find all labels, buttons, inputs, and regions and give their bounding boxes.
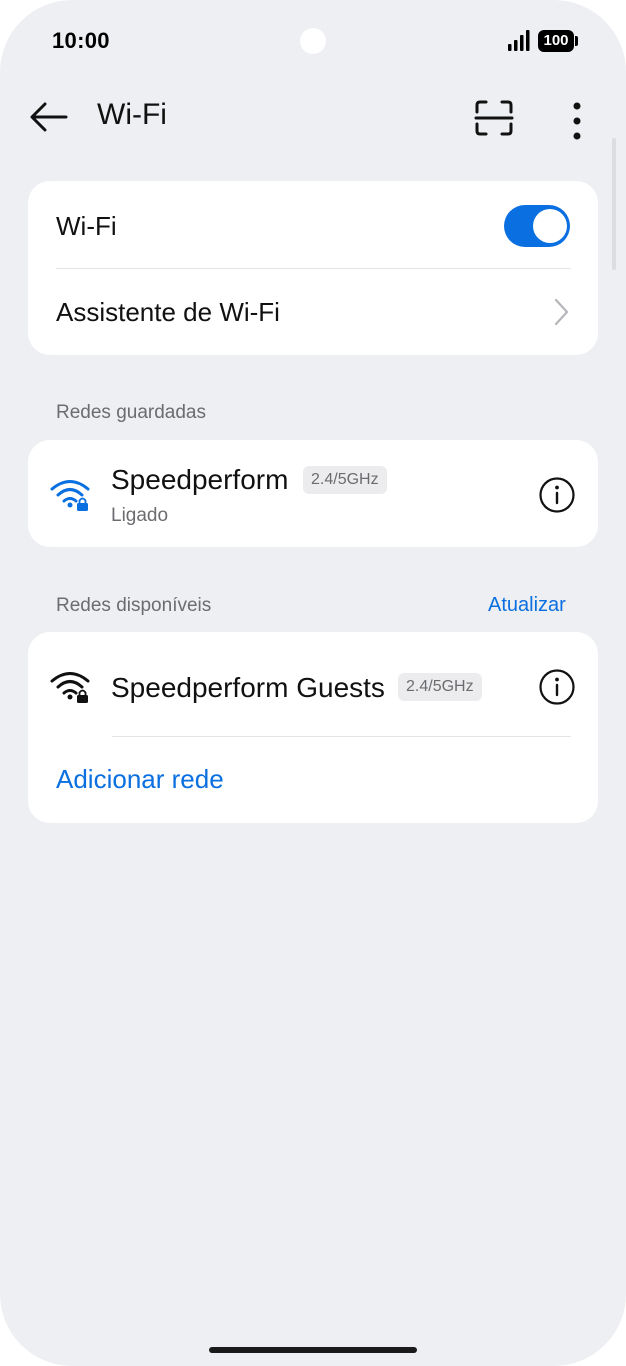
chevron-right-icon [554, 298, 569, 326]
battery-nub [575, 36, 578, 46]
band-badge: 2.4/5GHz [398, 673, 482, 701]
network-info-button[interactable] [537, 667, 577, 707]
network-name: Speedperform Guests [111, 672, 385, 703]
page-title: Wi-Fi [97, 98, 167, 131]
info-icon [539, 669, 575, 705]
battery-icon: 100 [538, 30, 574, 52]
wifi-assistant-label: Assistente de Wi-Fi [56, 297, 280, 327]
refresh-link[interactable]: Atualizar [488, 594, 566, 617]
network-status: Ligado [111, 505, 169, 526]
add-network-button[interactable]: Adicionar rede [56, 764, 224, 795]
back-button[interactable] [28, 96, 70, 138]
more-options-button[interactable] [560, 96, 594, 140]
network-name: Speedperform [111, 464, 289, 495]
saved-networks-heading: Redes guardadas [56, 402, 206, 423]
wifi-toggle-row[interactable]: Wi-Fi [28, 181, 598, 269]
app-bar: Wi-Fi [0, 88, 626, 144]
network-info-button[interactable] [537, 475, 577, 515]
scrollbar[interactable] [612, 138, 616, 270]
wifi-settings-card: Wi-Fi Assistente de Wi-Fi [28, 181, 598, 355]
home-indicator[interactable] [209, 1347, 417, 1353]
available-networks-heading: Redes disponíveis [56, 595, 212, 616]
toggle-knob [533, 209, 567, 243]
phone-screen: 10:00 100 Wi-Fi Wi-Fi Assistente de Wi-F… [0, 0, 626, 1366]
wifi-label: Wi-Fi [56, 211, 117, 241]
arrow-left-icon [30, 102, 68, 132]
scan-qr-button[interactable] [470, 96, 518, 140]
saved-network-item[interactable]: Speedperform 2.4/5GHz Ligado [28, 440, 518, 547]
info-icon [539, 477, 575, 513]
available-networks-card: Speedperform Guests 2.4/5GHz Adicionar r… [28, 632, 598, 823]
available-network-item[interactable]: Speedperform Guests 2.4/5GHz [28, 632, 518, 736]
saved-networks-card: Speedperform 2.4/5GHz Ligado [28, 440, 598, 547]
wifi-toggle[interactable] [504, 205, 570, 247]
status-time: 10:00 [52, 28, 110, 53]
status-bar: 10:00 100 [0, 0, 626, 80]
wifi-secured-connected-icon [50, 480, 90, 511]
band-badge: 2.4/5GHz [303, 466, 387, 494]
wifi-secured-icon [50, 672, 90, 703]
divider [112, 736, 571, 737]
scan-frame-icon [474, 100, 514, 136]
signal-bars-icon [508, 30, 530, 51]
wifi-assistant-row[interactable]: Assistente de Wi-Fi [28, 269, 598, 355]
more-vertical-icon [573, 102, 581, 140]
front-camera [300, 28, 326, 54]
battery-level: 100 [543, 32, 569, 49]
